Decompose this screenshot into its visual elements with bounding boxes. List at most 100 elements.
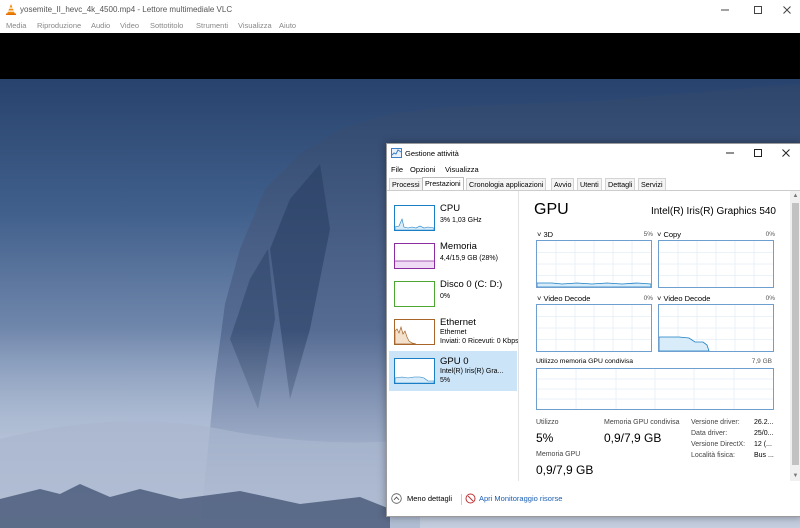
tab-servizi[interactable]: Servizi <box>638 178 666 190</box>
menu-aiuto[interactable]: Aiuto <box>279 21 296 30</box>
engine-selector-copy[interactable]: ˅ Copy <box>657 230 681 239</box>
cpu-mini-graph <box>394 205 435 231</box>
open-resource-monitor-link[interactable]: Apri Monitoraggio risorse <box>465 492 575 506</box>
taskmgr-titlebar: Gestione attività <box>387 144 800 162</box>
vertical-scrollbar[interactable]: ▲ ▼ <box>790 191 800 481</box>
menu-audio[interactable]: Audio <box>91 21 110 30</box>
resource-cpu[interactable]: CPU 3% 1,03 GHz <box>389 198 517 238</box>
shared-gpu-memory-label: Memoria GPU condivisa <box>604 419 680 426</box>
resource-name: CPU <box>440 203 461 214</box>
minimize-button[interactable] <box>710 0 740 20</box>
graph-video-decode-2 <box>658 304 774 352</box>
performance-panel: CPU 3% 1,03 GHz Memoria 4,4/15,9 GB (28%… <box>387 191 800 481</box>
tab-dettagli[interactable]: Dettagli <box>605 178 636 190</box>
ethernet-mini-graph <box>394 319 435 345</box>
task-manager-window: Gestione attività File Opzioni Visualizz… <box>386 143 800 517</box>
taskmgr-minimize-button[interactable] <box>717 144 743 162</box>
disk-mini-graph <box>394 281 435 307</box>
footer-separator <box>461 494 462 505</box>
utilization-value: 5% <box>536 431 554 445</box>
engine-percent: 0% <box>643 295 653 302</box>
taskmgr-title: Gestione attività <box>405 149 459 158</box>
maximize-button[interactable] <box>743 0 773 20</box>
shared-gpu-memory-value: 0,9/7,9 GB <box>604 431 662 445</box>
menu-visualizza[interactable]: Visualizza <box>238 21 272 30</box>
taskmgr-maximize-button[interactable] <box>745 144 771 162</box>
maximize-icon <box>754 6 762 14</box>
driver-version-value: 26.2... <box>754 419 774 426</box>
memory-mini-graph <box>394 243 435 269</box>
tab-cronologia-applicazioni[interactable]: Cronologia applicazioni <box>466 178 547 190</box>
resource-name: Memoria <box>440 241 477 252</box>
graph-shared-memory <box>536 368 774 410</box>
gpu-memory-label: Memoria GPU <box>536 451 581 458</box>
directx-version-label: Versione DirectX: <box>691 441 746 448</box>
engine-label: 3D <box>543 230 554 239</box>
resource-name: GPU 0 <box>440 356 469 367</box>
close-button[interactable] <box>772 0 800 20</box>
tab-prestazioni[interactable]: Prestazioni <box>422 177 464 190</box>
chevron-up-circle-icon <box>391 493 402 504</box>
less-details-label: Meno dettagli <box>407 494 453 503</box>
resource-name: Disco 0 (C: D:) <box>440 279 503 290</box>
vlc-cone-icon <box>6 4 16 15</box>
gpu-mini-graph <box>394 358 435 384</box>
engine-label: Copy <box>663 230 681 239</box>
resource-detail: Ethernet <box>440 329 467 336</box>
close-icon <box>782 149 790 157</box>
menu-visualizza[interactable]: Visualizza <box>445 165 479 174</box>
gpu-model: Intel(R) Iris(R) Graphics 540 <box>650 206 776 217</box>
engine-label: Video Decode <box>663 294 711 303</box>
tab-processi[interactable]: Processi <box>389 178 423 190</box>
resource-detail: Intel(R) Iris(R) Gra... <box>440 368 504 375</box>
utilization-label: Utilizzo <box>536 419 559 426</box>
engine-label: Video Decode <box>543 294 591 303</box>
minimize-icon <box>721 9 729 11</box>
gpu-heading: GPU <box>534 201 569 218</box>
task-manager-icon <box>391 148 402 158</box>
engine-selector-video-decode[interactable]: ˅ Video Decode <box>537 294 590 303</box>
taskmgr-close-button[interactable] <box>773 144 799 162</box>
graph-video-decode <box>536 304 652 352</box>
resource-detail: 3% 1,03 GHz <box>440 217 482 224</box>
open-resource-monitor-label: Apri Monitoraggio risorse <box>479 494 563 503</box>
menu-file[interactable]: File <box>391 165 403 174</box>
menu-strumenti[interactable]: Strumenti <box>196 21 228 30</box>
scroll-down-icon[interactable]: ▼ <box>790 471 800 481</box>
taskmgr-menubar: File Opzioni Visualizza <box>387 163 800 175</box>
menu-video[interactable]: Video <box>120 21 139 30</box>
engine-selector-video-decode-2[interactable]: ˅ Video Decode <box>657 294 710 303</box>
close-icon <box>783 6 791 14</box>
resource-detail-2: Inviati: 0 Ricevuti: 0 Kbps <box>440 338 519 345</box>
gpu-memory-value: 0,9/7,9 GB <box>536 463 594 477</box>
menu-opzioni[interactable]: Opzioni <box>410 165 435 174</box>
resource-disco[interactable]: Disco 0 (C: D:) 0% <box>389 274 517 314</box>
less-details-button[interactable]: Meno dettagli <box>391 492 471 506</box>
driver-version-label: Versione driver: <box>691 419 740 426</box>
scrollbar-thumb[interactable] <box>792 203 799 465</box>
menu-media[interactable]: Media <box>6 21 26 30</box>
resource-ethernet[interactable]: Ethernet Ethernet Inviati: 0 Ricevuti: 0… <box>389 312 519 352</box>
maximize-icon <box>754 149 762 157</box>
menu-sottotitolo[interactable]: Sottotitolo <box>150 21 183 30</box>
driver-date-label: Data driver: <box>691 430 728 437</box>
vlc-titlebar: yosemite_II_hevc_4k_4500.mp4 - Lettore m… <box>0 0 800 20</box>
resource-monitor-icon <box>465 493 476 504</box>
driver-date-value: 25/0... <box>754 430 774 437</box>
engine-selector-3d[interactable]: ˅ 3D <box>537 230 553 239</box>
taskmgr-tabs: Processi Prestazioni Cronologia applicaz… <box>387 177 800 191</box>
vlc-menubar: Media Riproduzione Audio Video Sottotito… <box>0 20 800 33</box>
directx-version-value: 12 (... <box>754 441 772 448</box>
resource-detail: 4,4/15,9 GB (28%) <box>440 255 498 262</box>
physical-location-label: Località fisica: <box>691 452 735 459</box>
resource-detail-2: 5% <box>440 377 451 384</box>
shared-memory-label: Utilizzo memoria GPU condivisa <box>536 358 634 365</box>
engine-percent: 0% <box>765 231 775 238</box>
tab-avvio[interactable]: Avvio <box>551 178 575 190</box>
resource-memoria[interactable]: Memoria 4,4/15,9 GB (28%) <box>389 236 517 276</box>
menu-riproduzione[interactable]: Riproduzione <box>37 21 81 30</box>
tab-utenti[interactable]: Utenti <box>577 178 602 190</box>
scroll-up-icon[interactable]: ▲ <box>790 191 800 201</box>
resource-name: Ethernet <box>440 317 476 328</box>
resource-gpu[interactable]: GPU 0 Intel(R) Iris(R) Gra... 5% <box>389 351 517 391</box>
